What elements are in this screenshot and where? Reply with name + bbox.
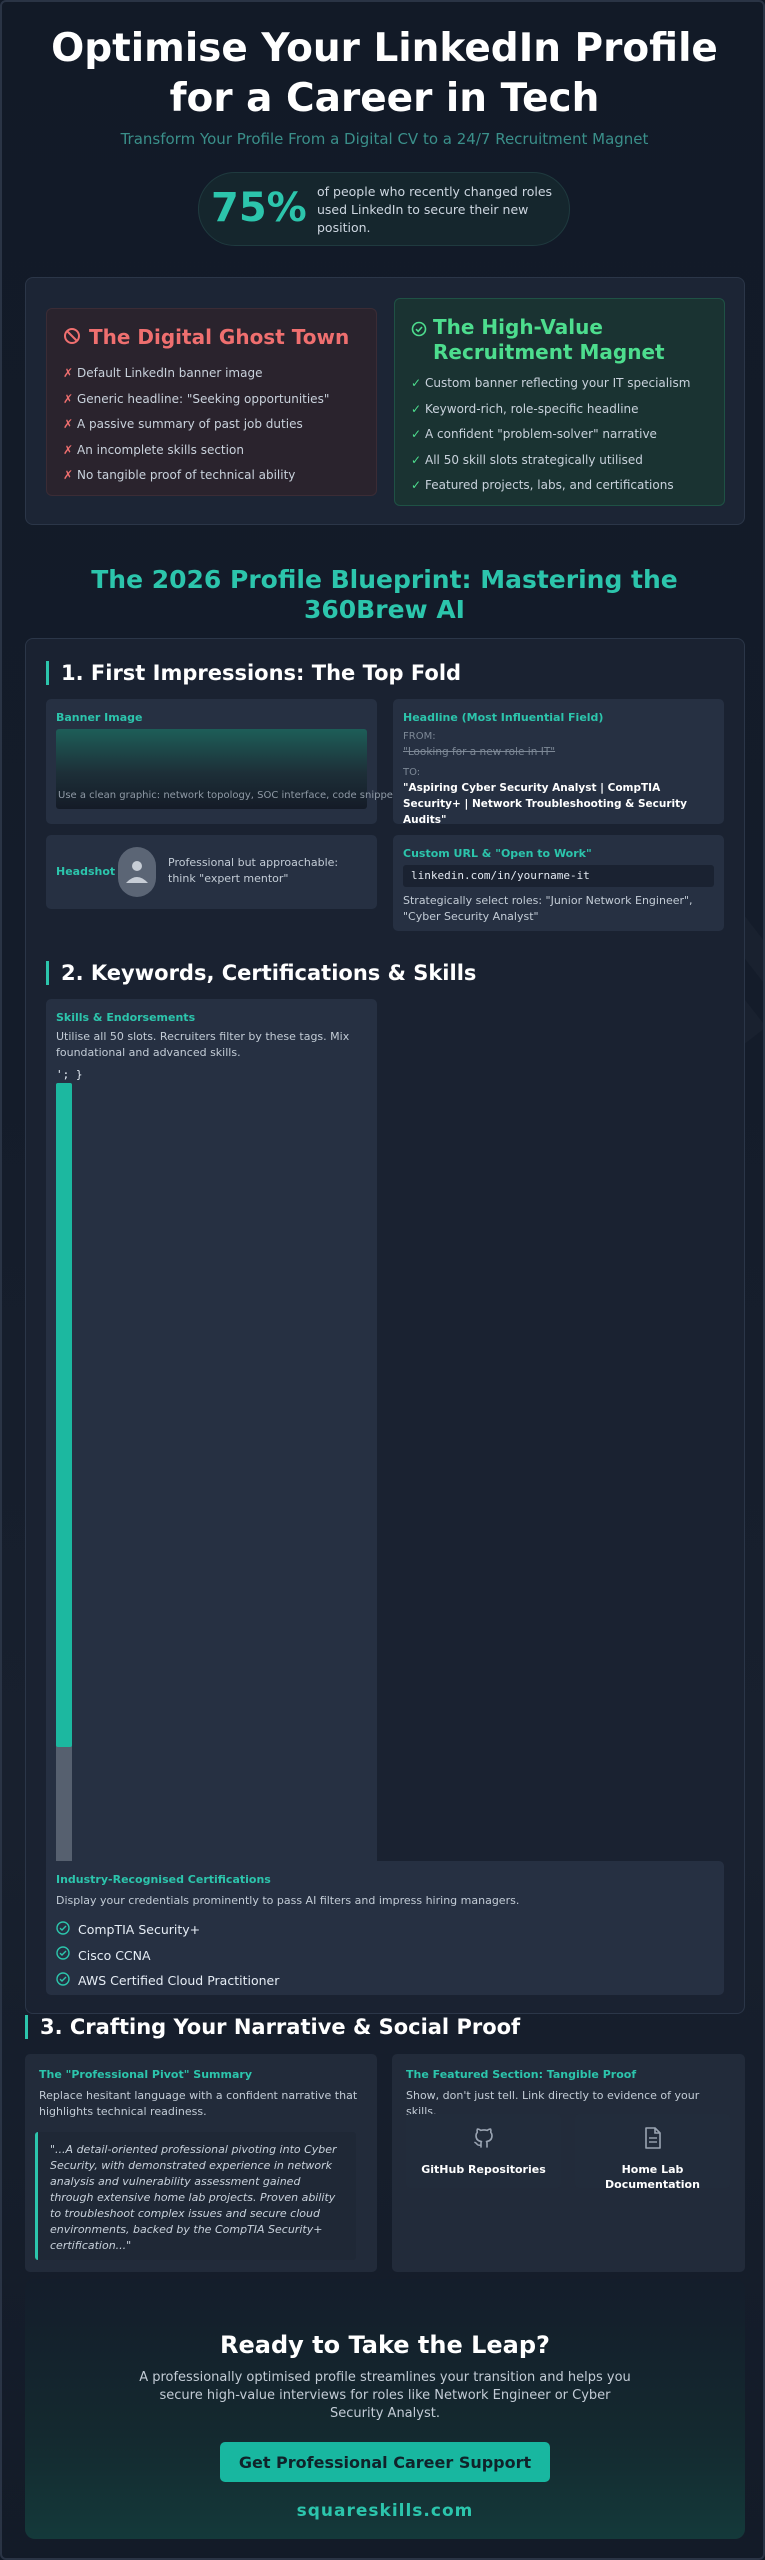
check-icon: ✓	[411, 376, 422, 390]
blueprint-panel: 1. First Impressions: The Top Fold Banne…	[25, 638, 745, 2014]
list-item: ✗ No tangible proof of technical ability	[63, 463, 329, 489]
pivot-summary-text: Replace hesitant language with a confide…	[39, 2089, 358, 2118]
cross-icon: ✗	[63, 442, 74, 457]
stat-text: of people who recently changed roles use…	[317, 184, 553, 235]
check-circle-icon	[411, 321, 427, 341]
call-to-action: Ready to Take the Leap? A professionally…	[25, 2279, 745, 2539]
github-icon	[472, 2126, 496, 2154]
check-icon: ✓	[411, 478, 422, 492]
banner-image-label: Banner Image	[56, 711, 143, 724]
stat-pill: 75% of people who recently changed roles…	[198, 172, 570, 246]
ban-icon	[63, 327, 81, 349]
stat-value: 75%	[211, 185, 307, 231]
cert-item: AWS Certified Cloud Practitioner	[56, 1968, 279, 1994]
career-support-button[interactable]: Get Professional Career Support	[220, 2442, 550, 2482]
site-url[interactable]: squareskills.com	[25, 2501, 745, 2521]
new-headline: "Aspiring Cyber Security Analyst | CompT…	[403, 782, 687, 826]
page-title: Optimise Your LinkedIn Profile for a Car…	[51, 26, 718, 121]
old-headline: "Looking for a new role in IT"	[403, 746, 556, 758]
banner-hint: Use a clean graphic: network topology, S…	[58, 790, 397, 801]
list-item: ✓ Keyword-rich, role-specific headline	[411, 397, 690, 423]
ghost-town-card: The Digital Ghost Town ✗ Default LinkedIn…	[46, 308, 377, 496]
check-circle-icon	[56, 1943, 70, 1969]
featured-section-label: The Featured Section: Tangible Proof	[406, 2068, 637, 2081]
list-item: ✓ Featured projects, labs, and certificat…	[411, 473, 690, 499]
github-repositories-label: GitHub Repositories	[421, 2163, 546, 2176]
pivot-summary-box: The "Professional Pivot" Summary Replace…	[25, 2054, 377, 2272]
custom-url-box: Custom URL & "Open to Work" linkedin.com…	[393, 835, 724, 931]
section-3-title: 3. Crafting Your Narrative & Social Proo…	[25, 2015, 520, 2039]
cross-icon: ✗	[63, 366, 74, 380]
recruitment-magnet-list: ✓ Custom banner reflecting your IT specia…	[411, 371, 690, 499]
custom-url-text: Strategically select roles: "Junior Netw…	[403, 894, 693, 923]
list-item: ✗ Generic headline: "Seeking opportunitie…	[63, 387, 329, 413]
cert-item: Cisco CCNA	[56, 1943, 279, 1969]
from-label: FROM:	[403, 731, 436, 742]
banner-preview: Use a clean graphic: network topology, S…	[56, 729, 397, 809]
page-frame: squareskills.com Optimise Your LinkedIn …	[0, 0, 765, 2560]
cert-item: CompTIA Security+	[56, 1917, 279, 1943]
headline-box: Headline (Most Influential Field) FROM: …	[393, 699, 724, 826]
skills-label: Skills & Endorsements	[56, 1011, 196, 1024]
list-item: ✓ Custom banner reflecting your IT specia…	[411, 371, 690, 397]
list-item: ✗ A passive summary of past job duties	[63, 412, 329, 438]
list-item: ✗ An incomplete skills section	[63, 438, 329, 464]
check-circle-icon	[56, 1918, 70, 1944]
section-1-title: 1. First Impressions: The Top Fold	[46, 661, 461, 685]
ghost-town-list: ✗ Default LinkedIn banner image ✗ Generic …	[63, 361, 329, 489]
list-item: ✓ All 50 skill slots strategically utilis…	[411, 448, 690, 474]
check-icon: ✓	[411, 427, 422, 441]
cta-title: Ready to Take the Leap?	[220, 2331, 550, 2359]
pivot-summary-quote: "...A detail-oriented professional pivot…	[35, 2132, 356, 2260]
cta-text: A professionally optimised profile strea…	[139, 2370, 631, 2421]
skills-text: Utilise all 50 slots. Recruiters filter …	[56, 1030, 350, 1059]
to-label: TO:	[403, 767, 421, 778]
avatar	[118, 847, 156, 897]
headline-label: Headline (Most Influential Field)	[403, 711, 604, 724]
list-item: ✓ A confident "problem-solver" narrative	[411, 422, 690, 448]
cross-icon: ✗	[63, 391, 74, 406]
banner-image-box: Banner Image Use a clean graphic: networ…	[46, 699, 397, 824]
skills-code: '; }	[56, 1068, 83, 1081]
headshot-box: Headshot Professional but approachable: …	[46, 835, 377, 909]
recruitment-magnet-title: The High-Value Recruitment Magnet	[433, 315, 665, 364]
skills-box: Skills & Endorsements Utilise all 50 slo…	[46, 999, 377, 1879]
recruitment-magnet-card: The High-Value Recruitment Magnet ✓ Custo…	[394, 298, 725, 506]
custom-url-value: linkedin.com/in/yourname-it	[403, 865, 714, 887]
comparison-panel: The Digital Ghost Town ✗ Default LinkedIn…	[25, 277, 745, 525]
ghost-town-title: The Digital Ghost Town	[89, 325, 350, 349]
github-repositories-card[interactable]: GitHub Repositories	[406, 2114, 561, 2188]
check-circle-icon	[56, 1969, 70, 1995]
pivot-summary-label: The "Professional Pivot" Summary	[39, 2068, 252, 2081]
document-icon	[642, 2126, 664, 2154]
home-lab-documentation-label: Home Lab Documentation	[605, 2163, 700, 2191]
check-icon: ✓	[411, 401, 422, 416]
cross-icon: ✗	[63, 468, 74, 482]
skills-slot-bar	[56, 1083, 72, 1873]
section-2-title: 2. Keywords, Certifications & Skills	[46, 961, 476, 985]
check-icon: ✓	[411, 452, 422, 467]
home-lab-documentation-card[interactable]: Home Lab Documentation	[575, 2114, 730, 2191]
custom-url-label: Custom URL & "Open to Work"	[403, 847, 592, 860]
featured-section-box: The Featured Section: Tangible Proof Sho…	[392, 2054, 745, 2272]
skills-slot-fill	[56, 1083, 72, 1747]
list-item: ✗ Default LinkedIn banner image	[63, 361, 329, 387]
blueprint-title: The 2026 Profile Blueprint: Mastering th…	[91, 565, 678, 624]
page-subtitle: Transform Your Profile From a Digital CV…	[120, 130, 649, 148]
headshot-label: Headshot	[56, 865, 116, 878]
certifications-box: Industry-Recognised Certifications Displ…	[46, 1861, 724, 1995]
cross-icon: ✗	[63, 417, 74, 431]
certifications-text: Display your credentials prominently to …	[56, 1894, 520, 1907]
certifications-list: CompTIA Security+ Cisco CCNA AWS Certifi…	[56, 1917, 279, 1994]
headshot-text: Professional but approachable: think "ex…	[168, 856, 339, 885]
certifications-label: Industry-Recognised Certifications	[56, 1873, 271, 1886]
